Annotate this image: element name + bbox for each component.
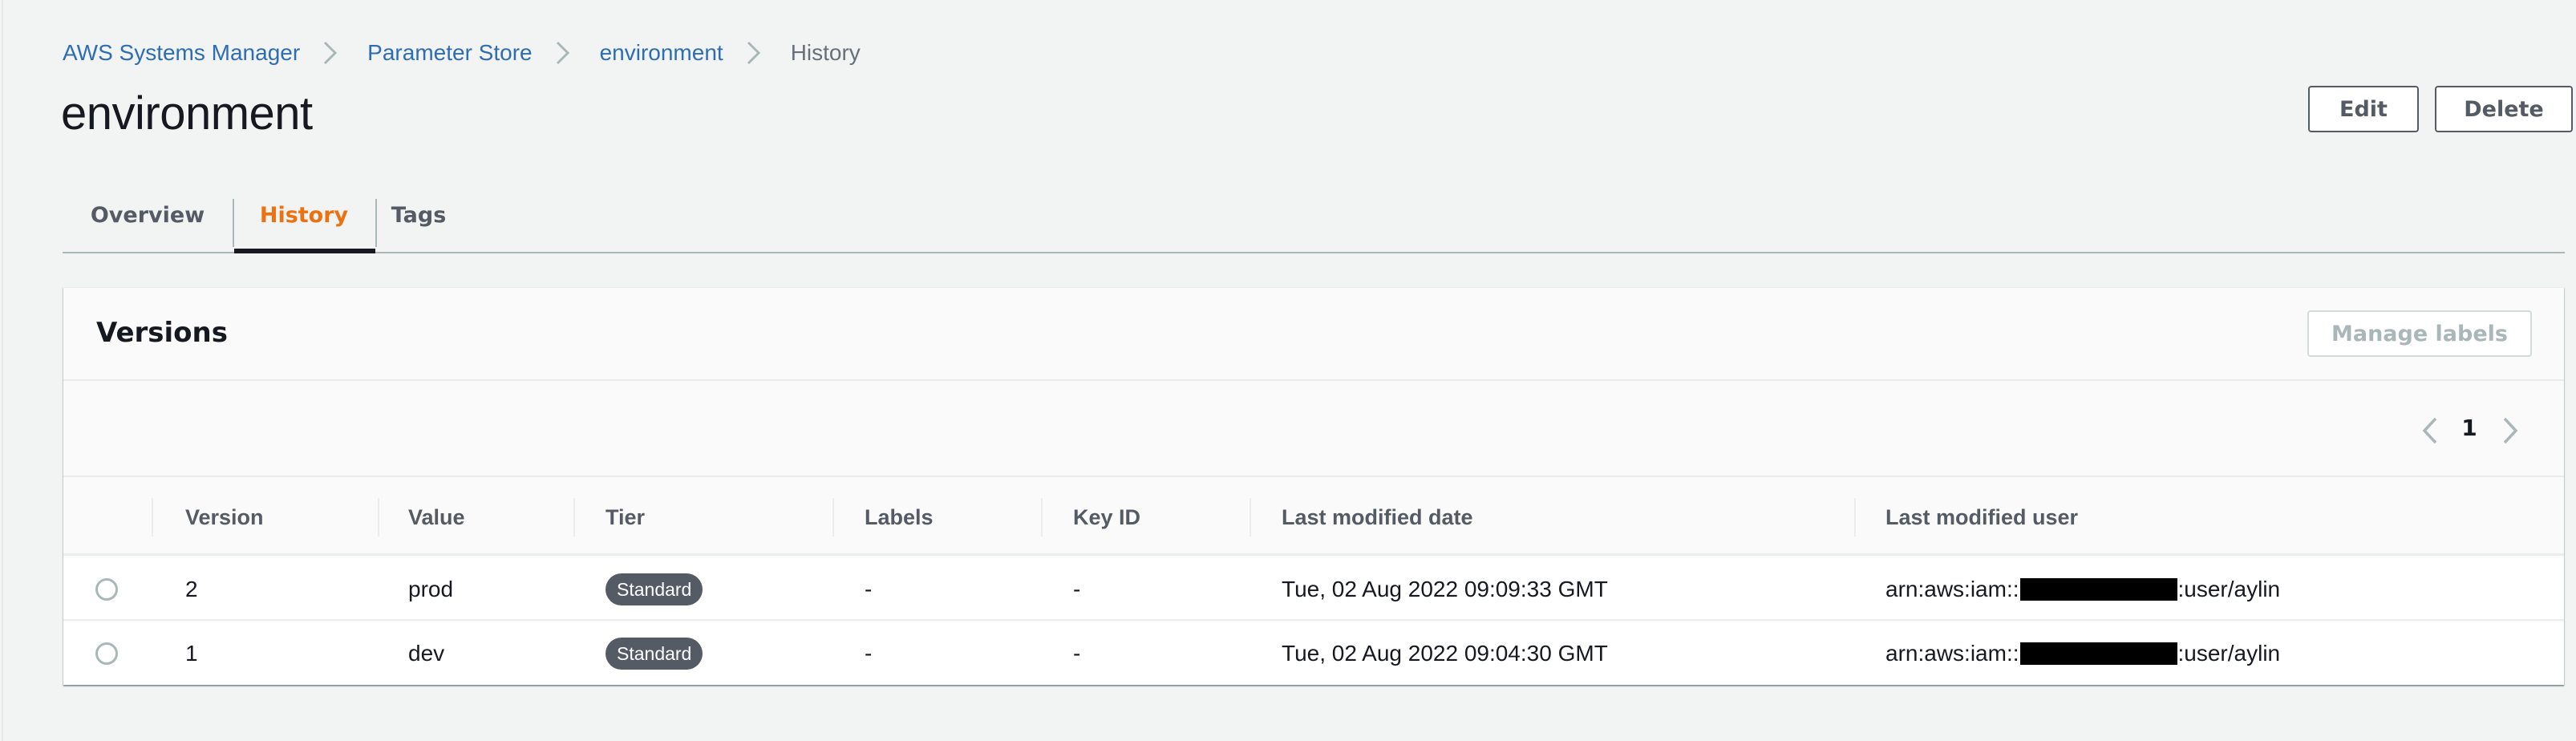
- delete-button[interactable]: Delete: [2435, 86, 2573, 132]
- column-header-last-modified-date[interactable]: Last modified date: [1282, 479, 1473, 556]
- user-arn-prefix: arn:aws:iam::: [1885, 577, 2019, 601]
- column-header-labels[interactable]: Labels: [865, 479, 934, 556]
- cell-last-modified-date: Tue, 02 Aug 2022 09:09:33 GMT: [1282, 577, 1608, 601]
- column-divider: [1041, 498, 1043, 537]
- column-header-version[interactable]: Version: [185, 479, 264, 556]
- cell-key-id: -: [1073, 577, 1081, 601]
- user-arn-suffix: :user/aylin: [2177, 577, 2281, 601]
- user-arn-prefix: arn:aws:iam::: [1885, 641, 2019, 666]
- breadcrumb-current: History: [790, 40, 861, 65]
- chevron-right-icon: [739, 35, 775, 71]
- tab-tags[interactable]: Tags: [375, 178, 462, 252]
- tab-bar: Overview History Tags: [63, 178, 2565, 253]
- column-header-value[interactable]: Value: [408, 479, 465, 556]
- column-header-last-modified-user[interactable]: Last modified user: [1885, 479, 2078, 556]
- table-row[interactable]: 1 dev Standard - - Tue, 02 Aug 2022 09:0…: [63, 622, 2564, 685]
- cell-tier: Standard: [606, 558, 703, 621]
- chevron-right-icon[interactable]: [2498, 416, 2522, 445]
- column-divider: [832, 498, 834, 537]
- versions-header: Versions Manage labels: [63, 288, 2564, 381]
- tab-overview[interactable]: Overview: [63, 178, 233, 252]
- cell-key-id: -: [1073, 641, 1081, 666]
- chevron-right-icon: [549, 35, 584, 71]
- cell-labels: -: [865, 641, 873, 666]
- chevron-right-icon: [316, 35, 351, 71]
- page-title: environment: [61, 87, 313, 140]
- active-tab-indicator: [234, 249, 375, 253]
- page-number[interactable]: 1: [2453, 415, 2485, 441]
- column-header-key-id[interactable]: Key ID: [1073, 479, 1140, 556]
- user-arn-suffix: :user/aylin: [2177, 641, 2281, 666]
- tier-badge: Standard: [606, 638, 703, 670]
- column-divider: [378, 498, 379, 537]
- breadcrumb-environment[interactable]: environment: [600, 40, 723, 66]
- column-header-tier[interactable]: Tier: [606, 479, 645, 556]
- redacted-account-id: [2019, 578, 2177, 601]
- row-select-radio[interactable]: [95, 642, 118, 665]
- edit-button[interactable]: Edit: [2308, 86, 2419, 132]
- versions-panel: Versions Manage labels 1 Version Value T…: [63, 287, 2564, 685]
- column-divider: [1854, 498, 1856, 537]
- tier-badge: Standard: [606, 573, 703, 605]
- table-header: Version Value Tier Labels Key ID Last mo…: [63, 479, 2564, 556]
- column-divider: [573, 498, 575, 537]
- column-divider: [1250, 498, 1251, 537]
- cell-last-modified-user: arn:aws:iam:::user/aylin: [1885, 558, 2280, 621]
- cell-last-modified-date: Tue, 02 Aug 2022 09:04:30 GMT: [1282, 641, 1608, 666]
- cell-last-modified-user: arn:aws:iam:::user/aylin: [1885, 622, 2280, 685]
- cell-value: dev: [408, 641, 445, 666]
- manage-labels-button[interactable]: Manage labels: [2307, 310, 2532, 357]
- chevron-left-icon[interactable]: [2418, 416, 2442, 445]
- versions-title: Versions: [96, 317, 228, 349]
- redacted-account-id: [2019, 642, 2177, 665]
- pagination: 1: [63, 383, 2564, 477]
- tab-history[interactable]: History: [233, 178, 375, 252]
- page-left-edge: [2, 0, 3, 741]
- breadcrumb-systems-manager[interactable]: AWS Systems Manager: [63, 40, 300, 66]
- row-select-radio[interactable]: [95, 578, 118, 601]
- table-row[interactable]: 2 prod Standard - - Tue, 02 Aug 2022 09:…: [63, 558, 2564, 621]
- cell-version: 2: [185, 577, 198, 601]
- column-divider: [152, 498, 153, 537]
- cell-labels: -: [865, 577, 873, 601]
- breadcrumb-parameter-store[interactable]: Parameter Store: [367, 40, 532, 66]
- cell-value: prod: [408, 577, 454, 601]
- breadcrumb: AWS Systems Manager Parameter Store envi…: [63, 35, 861, 71]
- cell-tier: Standard: [606, 622, 703, 685]
- cell-version: 1: [185, 641, 198, 666]
